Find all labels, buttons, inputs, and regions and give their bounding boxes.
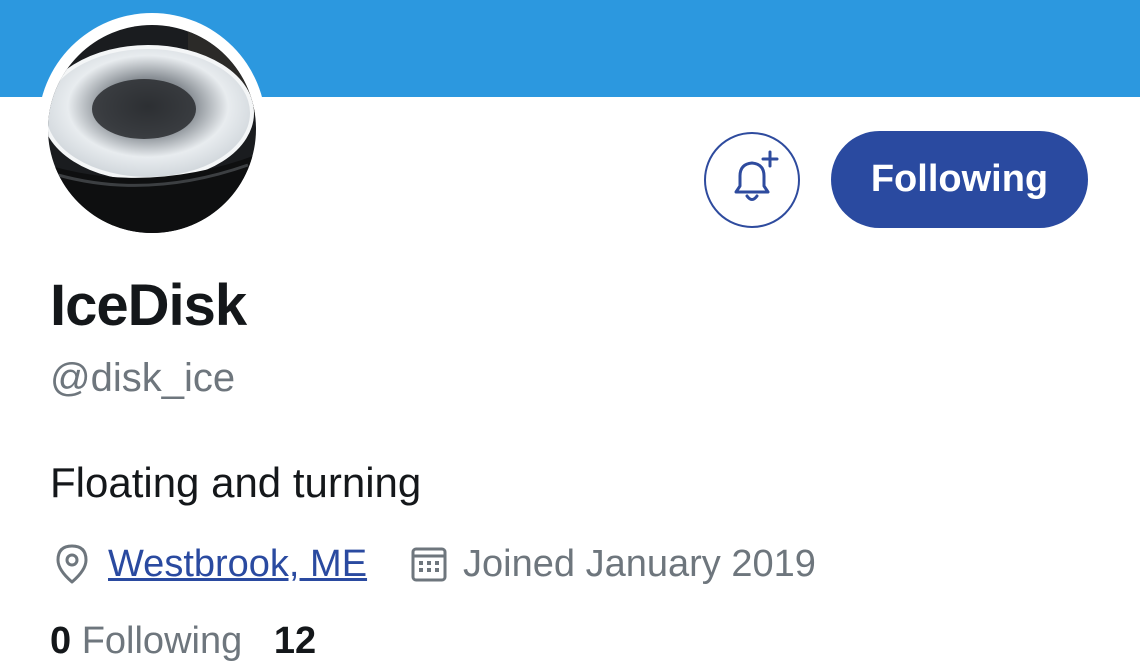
username-handle: @disk_ice: [50, 356, 236, 400]
avatar[interactable]: [48, 25, 256, 233]
display-name: IceDisk: [50, 273, 247, 338]
location-link[interactable]: Westbrook, ME: [108, 543, 367, 586]
following-count[interactable]: 0: [50, 620, 71, 662]
avatar-image: [48, 25, 256, 233]
bell-plus-icon: [734, 150, 779, 201]
following-stat-label[interactable]: Following: [82, 620, 243, 662]
profile-meta: Westbrook, ME Joined January 2019: [52, 538, 816, 590]
calendar-icon: [409, 544, 449, 584]
follow-stats: 0 Following 12: [50, 620, 316, 663]
followers-count[interactable]: 12: [274, 620, 316, 662]
profile-bio: Floating and turning: [50, 459, 422, 506]
following-button-label: Following: [870, 158, 1049, 200]
following-button[interactable]: Following: [831, 131, 1088, 228]
location-pin-icon: [52, 542, 92, 586]
notifications-button[interactable]: [704, 132, 800, 228]
joined-date: Joined January 2019: [463, 542, 816, 585]
